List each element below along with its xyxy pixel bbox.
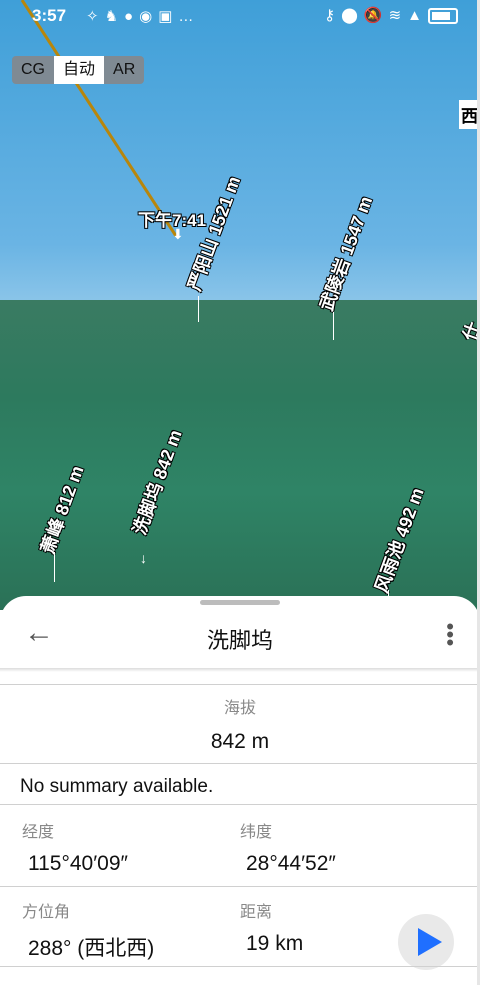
view-mode-auto[interactable]: 自动 [54, 56, 105, 84]
peak-tick [198, 296, 199, 322]
sheet-title: 洗脚坞 [206, 628, 273, 653]
summary-text: No summary available. [20, 776, 214, 797]
longitude-value: 115°40′09″ [28, 852, 128, 875]
bulb-icon: ◉ [139, 8, 159, 25]
key-icon: ⚷ [324, 7, 342, 24]
signal-icon: ▲ [407, 7, 428, 24]
detail-bottom-sheet[interactable]: ← 洗脚坞 • • • 海拔 842 m No summary available.… [0, 596, 480, 985]
divider [0, 804, 480, 805]
altitude-label: 海拔 [223, 700, 256, 717]
track-marker-icon: ⬇ [172, 226, 184, 242]
sheet-header: ← 洗脚坞 • • • [0, 608, 480, 668]
status-right-icons: ⚷⬤🔕≋▲ [324, 6, 458, 25]
mute-icon: 🔕 [363, 7, 389, 24]
more-options-icon[interactable]: • • • [446, 616, 454, 654]
divider [0, 684, 480, 685]
distance-value: 19 km [246, 932, 304, 955]
status-time: 3:57 [32, 6, 67, 25]
divider [0, 886, 480, 887]
peak-tick [333, 312, 334, 340]
chat-icon: ● [124, 8, 140, 25]
cat-icon: ♞ [104, 8, 125, 25]
peak-tick [54, 552, 55, 582]
sheet-drag-handle[interactable] [200, 600, 280, 605]
altitude-value: 842 m [210, 730, 270, 753]
wifi-icon: ≋ [388, 7, 408, 24]
header-divider [0, 668, 480, 672]
location-icon: ⬤ [341, 7, 364, 24]
view-mode-cg[interactable]: CG [12, 56, 54, 84]
azimuth-value: 288° (西北西) [28, 937, 155, 960]
divider [0, 966, 480, 967]
status-left-icons: ✧♞●◉▣… [86, 7, 199, 25]
notification-icon: ✧ [86, 8, 105, 25]
more-dots-icon: … [178, 8, 200, 25]
view-mode-toggle[interactable]: CG 自动 AR [12, 56, 145, 84]
selected-peak-marker-icon: ↓ [140, 550, 147, 566]
status-bar: 3:57 ✧♞●◉▣… ⚷⬤🔕≋▲ [0, 0, 480, 34]
azimuth-label: 方位角 [22, 904, 71, 921]
distance-label: 距离 [240, 904, 273, 921]
latitude-value: 28°44′52″ [246, 852, 336, 875]
longitude-label: 经度 [22, 824, 55, 841]
divider [0, 763, 480, 764]
battery-icon [428, 8, 458, 25]
map-3d-view[interactable]: 3:57 ✧♞●◉▣… ⚷⬤🔕≋▲ CG 自动 AR 西 仕 下午7:41 ⬇ … [0, 0, 480, 610]
play-button[interactable] [398, 914, 454, 970]
app-icon: ▣ [158, 8, 179, 25]
latitude-label: 纬度 [240, 824, 273, 841]
view-mode-ar[interactable]: AR [104, 56, 145, 84]
